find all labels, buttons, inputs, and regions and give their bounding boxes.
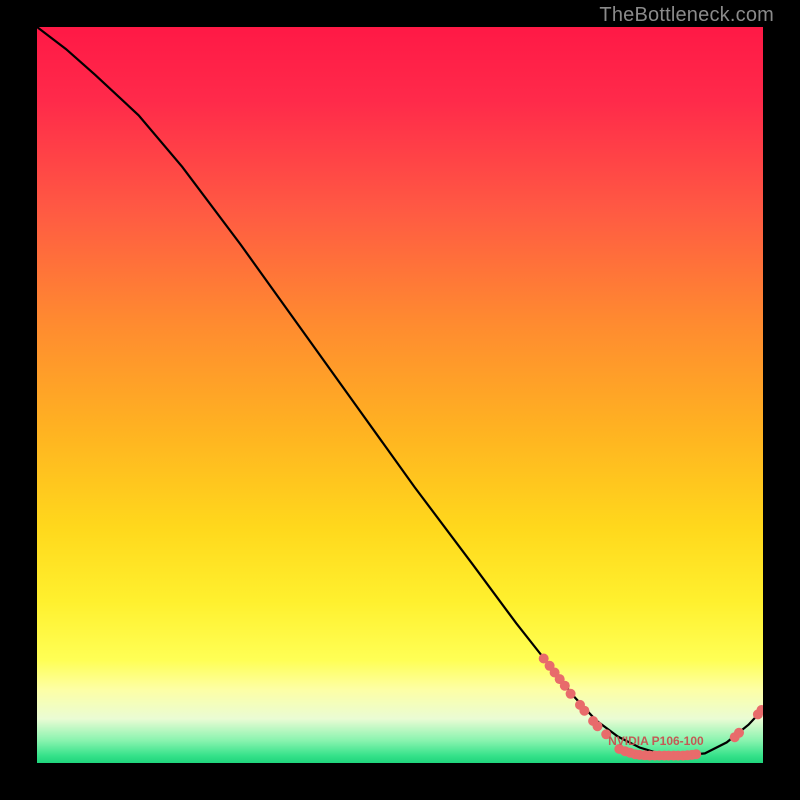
chart-frame: { "watermark": "TheBottleneck.com", "lab… [0, 0, 800, 800]
series-label: NVIDIA P106-100 [608, 734, 704, 748]
plot-area: NVIDIA P106-100 [37, 27, 763, 763]
chart-overlay [37, 27, 763, 763]
data-point [560, 681, 570, 691]
data-point [579, 706, 589, 716]
bottleneck-curve [37, 27, 763, 756]
data-point [593, 721, 603, 731]
data-point [734, 728, 744, 738]
data-point [566, 689, 576, 699]
data-point [691, 749, 701, 759]
watermark: TheBottleneck.com [599, 4, 774, 27]
